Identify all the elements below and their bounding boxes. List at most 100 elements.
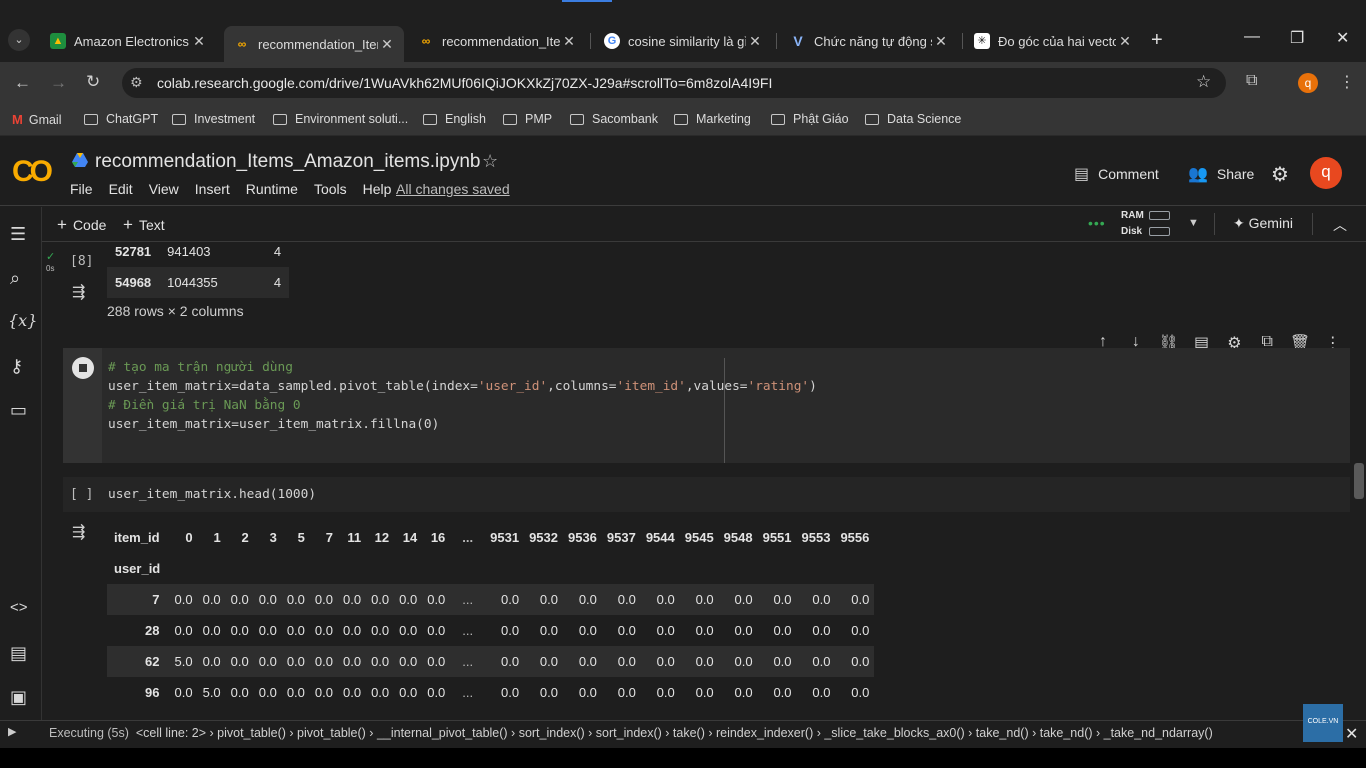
tab-recommendation[interactable]: ∞ recommendation_Iter ✕ xyxy=(408,26,586,56)
add-text-button[interactable]: + Text xyxy=(123,215,165,235)
disk-bar[interactable] xyxy=(1149,227,1170,236)
close-icon[interactable]: ✕ xyxy=(560,33,578,50)
table-of-contents-icon[interactable]: ☰ xyxy=(10,224,26,245)
folder-icon xyxy=(503,113,517,125)
reload-icon[interactable]: ↻ xyxy=(86,72,100,92)
tab-cosine-similarity[interactable]: G cosine similarity là gì ✕ xyxy=(594,26,772,56)
menu-file[interactable]: File xyxy=(70,181,93,197)
bookmark-marketing[interactable]: Marketing xyxy=(674,112,751,126)
menu-insert[interactable]: Insert xyxy=(195,181,230,197)
collapse-chevron-icon[interactable]: ︿ xyxy=(1333,215,1347,235)
code-line-pivot[interactable]: user_item_matrix=data_sampled.pivot_tabl… xyxy=(108,379,817,394)
user-avatar[interactable]: q xyxy=(1310,157,1342,189)
column-ellipsis: ... xyxy=(462,530,474,545)
tab-do-goc[interactable]: ✳ Đo góc của hai vectơ ✕ xyxy=(964,26,1142,56)
table-cell: 0.0 xyxy=(342,685,362,700)
notebook-title[interactable]: recommendation_Items_Amazon_items.ipynb xyxy=(95,151,480,173)
menu-tools[interactable]: Tools xyxy=(314,181,347,197)
bookmark-phat-giao[interactable]: Phật Giáo xyxy=(771,112,849,126)
profile-avatar[interactable]: q xyxy=(1298,73,1318,93)
minimize-icon[interactable]: — xyxy=(1244,28,1260,46)
close-icon[interactable]: ✕ xyxy=(932,33,950,50)
code-comment[interactable]: # tạo ma trận người dùng xyxy=(108,360,293,375)
table-cell: 0.0 xyxy=(174,685,193,700)
bookmark-environment[interactable]: Environment soluti... xyxy=(273,112,408,126)
menu-runtime[interactable]: Runtime xyxy=(246,181,298,197)
tab-amazon-electronics[interactable]: ▲ Amazon Electronics P ✕ xyxy=(40,26,216,56)
table-cell: 0.0 xyxy=(197,584,226,615)
new-tab-plus-icon[interactable]: + xyxy=(1151,29,1163,52)
expand-status-icon[interactable]: ▶ xyxy=(8,725,16,738)
menu-edit[interactable]: Edit xyxy=(109,181,133,197)
url-text[interactable]: colab.research.google.com/drive/1WuAVkh6… xyxy=(157,75,772,91)
table-cell: 0.0 xyxy=(427,685,446,700)
comment-button[interactable]: ▤ Comment xyxy=(1074,164,1159,184)
bookmark-gmail[interactable]: M Gmail xyxy=(12,112,62,127)
table-cell: 5.0 xyxy=(202,685,221,700)
stop-execution-button[interactable] xyxy=(72,357,94,379)
code-line-fillna[interactable]: user_item_matrix=user_item_matrix.fillna… xyxy=(108,417,439,432)
restore-icon[interactable]: ❐ xyxy=(1290,28,1304,48)
command-palette-icon[interactable]: ▤ xyxy=(10,643,27,664)
tab-recommendation-active[interactable]: ∞ recommendation_Iter ✕ xyxy=(224,26,404,62)
bookmark-star-icon[interactable]: ☆ xyxy=(1196,72,1211,92)
terminal-icon[interactable]: ▣ xyxy=(10,687,27,708)
vertical-scrollbar[interactable] xyxy=(1354,463,1364,499)
site-info-icon[interactable]: ⚙ xyxy=(130,74,143,91)
share-button[interactable]: 👥 Share xyxy=(1188,164,1254,184)
column-header: 3 xyxy=(269,530,277,545)
settings-gear-icon[interactable]: ⚙ xyxy=(1271,162,1289,187)
drive-icon[interactable] xyxy=(72,153,88,167)
forward-icon[interactable]: → xyxy=(50,73,67,93)
bookmark-pmp[interactable]: PMP xyxy=(503,112,552,126)
dataframe-body: 7 0.0 0.0 0.0 0.0 0.0 0.0 0.0 0.0 0.0 0.0... 0.0 0.0… xyxy=(107,584,875,708)
extensions-icon[interactable]: ⧉ xyxy=(1246,72,1257,90)
bookmark-sacombank[interactable]: Sacombank xyxy=(570,112,658,126)
toolbar-divider xyxy=(1312,213,1313,235)
column-header: 9531 xyxy=(490,530,520,545)
close-icon[interactable]: ✕ xyxy=(746,33,764,50)
output-actions-icon[interactable]: ⇶ xyxy=(72,522,85,542)
ram-bar[interactable] xyxy=(1149,211,1170,220)
star-icon[interactable]: ☆ xyxy=(482,151,498,172)
close-icon[interactable]: ✕ xyxy=(378,36,396,53)
bookmark-english[interactable]: English xyxy=(423,112,486,126)
tab-search-chevron-icon[interactable]: ⌄ xyxy=(8,29,30,51)
execution-count[interactable]: [ ] xyxy=(70,487,93,502)
code-snippets-icon[interactable]: <> xyxy=(10,599,28,616)
bookmark-chatgpt[interactable]: ChatGPT xyxy=(84,112,158,126)
tab-chuc-nang[interactable]: V Chức năng tự động s ✕ xyxy=(780,26,958,56)
gemini-button[interactable]: ✦ Gemini xyxy=(1233,215,1293,232)
browser-menu-icon[interactable]: ⋮ xyxy=(1339,72,1355,92)
search-icon[interactable]: ⌕ xyxy=(10,268,20,289)
execution-status[interactable]: Executing (5s) <cell line: 2> › pivot_ta… xyxy=(49,726,1213,740)
disk-label[interactable]: Disk xyxy=(1121,226,1142,237)
add-code-button[interactable]: + Code xyxy=(57,215,106,235)
variables-icon[interactable]: {x} xyxy=(8,311,37,330)
column-header: 9548 xyxy=(723,530,753,545)
colab-logo[interactable]: CO xyxy=(12,155,53,189)
table-cell: 0.0 xyxy=(230,685,249,700)
secrets-key-icon[interactable]: ⚷ xyxy=(10,356,23,377)
code-comment[interactable]: # Điền giá trị NaN bằng 0 xyxy=(108,398,301,413)
close-status-icon[interactable]: ✕ xyxy=(1345,724,1358,744)
output-actions-icon[interactable]: ⇶ xyxy=(72,282,85,302)
close-icon[interactable]: ✕ xyxy=(190,33,208,50)
menu-view[interactable]: View xyxy=(149,181,179,197)
files-folder-icon[interactable]: ▭ xyxy=(10,400,27,421)
close-icon[interactable]: ✕ xyxy=(1116,33,1134,50)
table-cell: 0.0 xyxy=(342,623,362,638)
table-cell: 0.0 xyxy=(169,584,198,615)
ram-label[interactable]: RAM xyxy=(1121,210,1144,221)
bookmark-data-science[interactable]: Data Science xyxy=(865,112,961,126)
bookmark-investment[interactable]: Investment xyxy=(172,112,255,126)
save-status[interactable]: All changes saved xyxy=(396,181,510,197)
code-line-head[interactable]: user_item_matrix.head(1000) xyxy=(108,487,316,502)
toolbar-divider xyxy=(1214,213,1215,235)
execution-count[interactable]: [8] xyxy=(70,254,93,269)
runtime-dropdown-icon[interactable]: ▼ xyxy=(1188,217,1199,229)
menu-help[interactable]: Help xyxy=(363,181,392,197)
window-close-icon[interactable]: ✕ xyxy=(1336,28,1349,48)
back-icon[interactable]: ← xyxy=(14,73,31,93)
table-cell: 0.0 xyxy=(757,584,797,615)
